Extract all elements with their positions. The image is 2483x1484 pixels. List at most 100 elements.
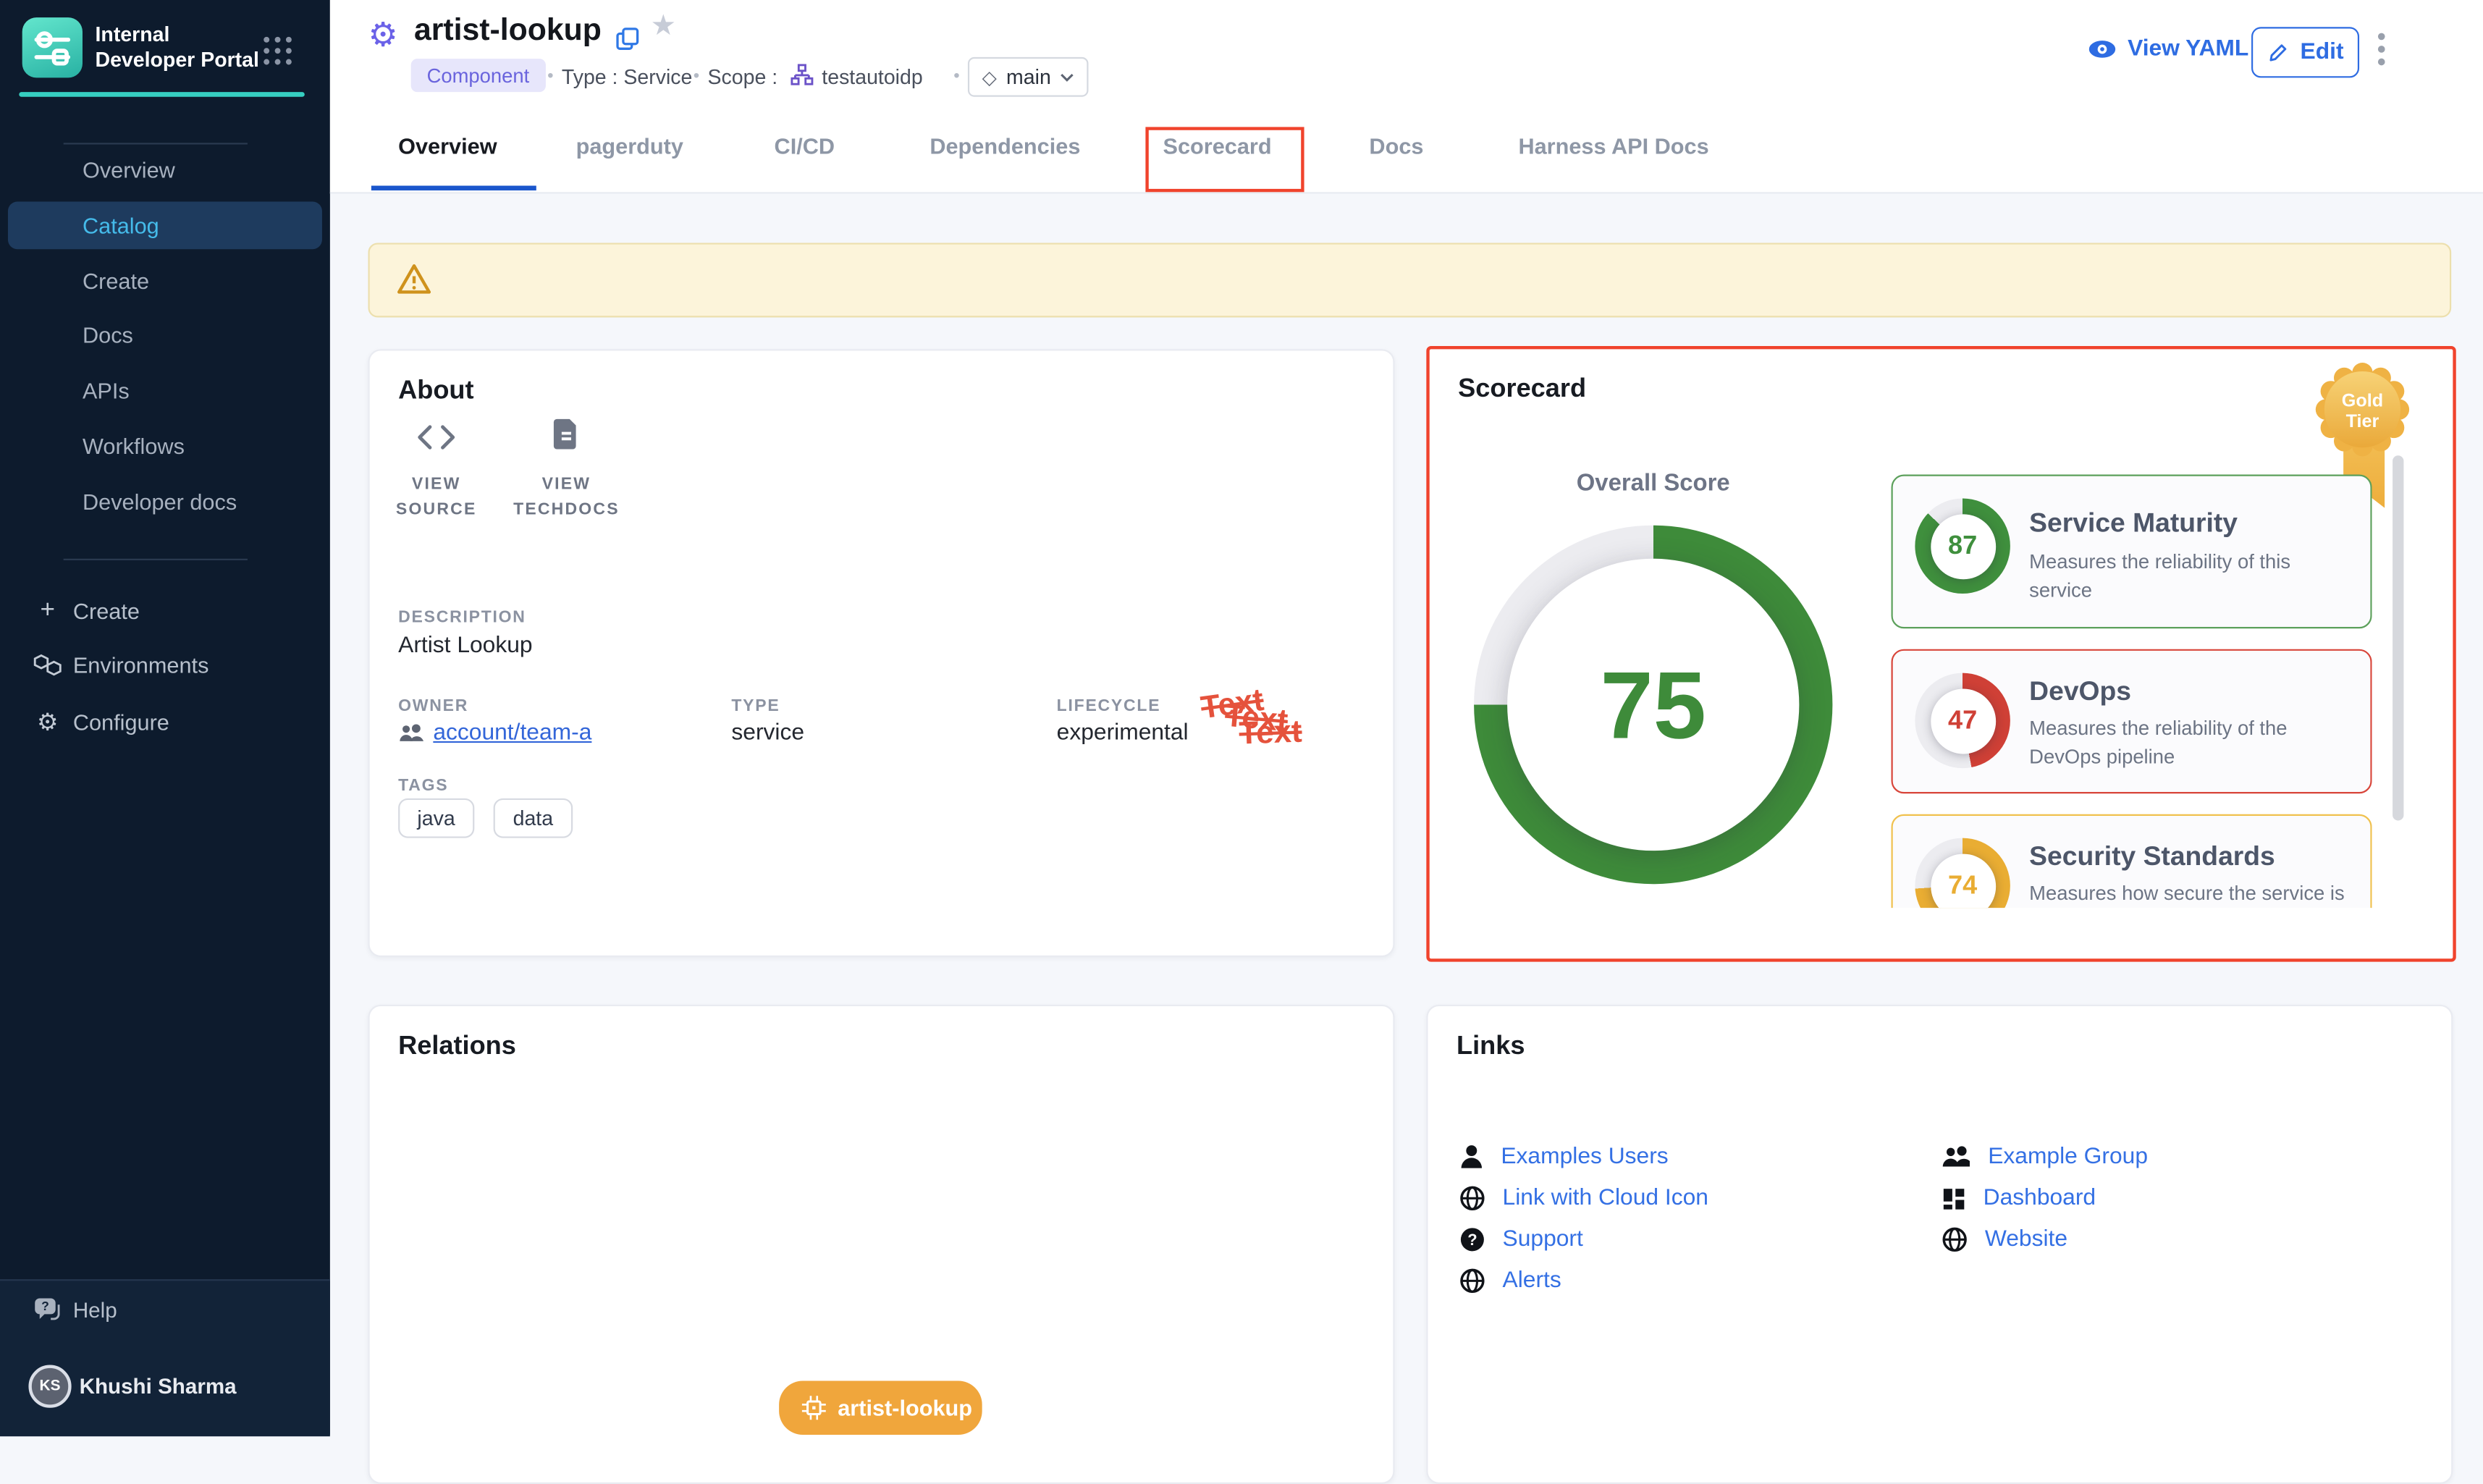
link-dashboard[interactable]: Dashboard	[1942, 1181, 2096, 1215]
tab-overview[interactable]: Overview	[398, 133, 497, 159]
tab-dependencies[interactable]: Dependencies	[929, 133, 1080, 159]
scorecard-scrollbar[interactable]	[2393, 455, 2403, 820]
avatar[interactable]: KS	[28, 1365, 71, 1408]
person-icon	[1459, 1144, 1483, 1170]
help-label: Help	[73, 1297, 117, 1321]
chevron-down-icon	[1061, 72, 1075, 82]
check-card-security-standards[interactable]: 74 Security Standards Measures how secur…	[1892, 814, 2372, 908]
sidebar-item-docs[interactable]: Docs	[0, 311, 330, 359]
type-label: TYPE	[731, 697, 780, 716]
tab-pagerduty[interactable]: pagerduty	[576, 133, 683, 159]
owner-label: OWNER	[398, 697, 468, 716]
lifecycle-value: experimental	[1057, 720, 1189, 746]
dashboard-icon	[1942, 1186, 1966, 1210]
component-gear-icon: ⚙	[368, 16, 397, 56]
relations-node-artist-lookup[interactable]: artist-lookup	[779, 1380, 982, 1435]
overall-score-gauge: 75	[1474, 526, 1832, 885]
links-card: Links Examples Users Link with Cloud Ico…	[1426, 1005, 2453, 1484]
svg-text:?: ?	[41, 1298, 49, 1312]
help-button[interactable]: ? Help	[0, 1286, 330, 1333]
view-source-button[interactable]: VIEW SOURCE	[373, 423, 499, 523]
view-techdocs-label: VIEW TECHDOCS	[503, 473, 630, 523]
branch-diamond-icon: ◇	[982, 66, 997, 88]
tab-cicd[interactable]: CI/CD	[775, 133, 835, 159]
user-name[interactable]: Khushi Sharma	[80, 1375, 237, 1399]
entity-title: artist-lookup	[414, 13, 602, 49]
overall-score-value: 75	[1474, 526, 1832, 885]
check-card-service-maturity[interactable]: 87 Service Maturity Measures the reliabi…	[1892, 475, 2372, 629]
sidebar-action-label: Environments	[73, 652, 209, 678]
branch-selector[interactable]: ◇ main	[968, 57, 1089, 97]
chip-icon	[801, 1395, 827, 1420]
view-yaml-label: View YAML	[2128, 36, 2248, 62]
tag-chip[interactable]: java	[398, 798, 474, 838]
sidebar-action-configure[interactable]: ⚙ Configure	[0, 699, 330, 746]
type-value: service	[731, 720, 804, 746]
owner-link[interactable]: account/team-a	[433, 720, 591, 746]
dot-separator: •	[547, 67, 553, 85]
sidebar-item-apis[interactable]: APIs	[0, 366, 330, 414]
link-support[interactable]: ? Support	[1459, 1222, 1583, 1257]
sidebar-action-environments[interactable]: Environments	[0, 641, 330, 689]
environments-icon	[33, 652, 62, 678]
scorecard-tab-highlight-annotation	[1145, 127, 1304, 192]
apps-grid-icon[interactable]	[260, 33, 295, 68]
check-description: Measures the reliability of this service	[2029, 547, 2350, 604]
entity-scope-label: Scope :	[707, 65, 777, 89]
link-with-cloud-icon[interactable]: Link with Cloud Icon	[1459, 1181, 1708, 1215]
people-icon	[398, 724, 423, 743]
sidebar-action-create[interactable]: + Create	[0, 587, 330, 635]
tag-chip[interactable]: data	[494, 798, 572, 838]
sidebar-accent-divider	[19, 92, 305, 97]
branch-name: main	[1006, 65, 1051, 89]
sidebar-item-workflows[interactable]: Workflows	[0, 422, 330, 470]
plus-icon: +	[33, 596, 62, 625]
checks-list: 87 Service Maturity Measures the reliabi…	[1892, 475, 2372, 908]
check-gauge: 87	[1915, 498, 2010, 594]
relations-title: Relations	[398, 1032, 516, 1062]
copy-icon[interactable]	[615, 27, 639, 51]
eye-icon	[2088, 40, 2116, 59]
link-website[interactable]: Website	[1942, 1222, 2067, 1257]
edit-label: Edit	[2301, 40, 2344, 65]
check-name: DevOps	[2029, 676, 2131, 708]
pencil-icon	[2267, 41, 2289, 64]
link-examples-users[interactable]: Examples Users	[1459, 1139, 1668, 1174]
relations-card: Relations artist-lookup	[368, 1005, 1394, 1484]
sidebar-divider	[64, 143, 248, 144]
link-label: Example Group	[1988, 1144, 2148, 1170]
link-example-group[interactable]: Example Group	[1942, 1139, 2148, 1174]
sidebar-action-label: Configure	[73, 709, 169, 735]
globe-icon	[1459, 1186, 1485, 1211]
artifact-text: Text	[1239, 714, 1303, 753]
sidebar-item-overview[interactable]: Overview	[0, 146, 330, 194]
tags-row: java data	[398, 798, 585, 838]
tab-docs[interactable]: Docs	[1369, 133, 1423, 159]
link-label: Link with Cloud Icon	[1503, 1186, 1708, 1211]
about-card: About VIEW SOURCE VIEW TECHDOCS DESCRIPT…	[368, 349, 1394, 957]
link-alerts[interactable]: Alerts	[1459, 1263, 1561, 1298]
link-label: Examples Users	[1501, 1144, 1668, 1170]
check-card-devops[interactable]: 47 DevOps Measures the reliability of th…	[1892, 649, 2372, 794]
kind-badge-label: Component	[427, 64, 530, 87]
check-gauge: 74	[1915, 838, 2010, 908]
sidebar: Internal Developer Portal Overview Catal…	[0, 0, 330, 1435]
favorite-star-icon[interactable]: ★	[651, 9, 676, 43]
sidebar-item-catalog[interactable]: Catalog	[8, 201, 322, 249]
globe-icon	[1459, 1268, 1485, 1294]
tab-harness-api-docs[interactable]: Harness API Docs	[1518, 133, 1708, 159]
sidebar-item-developer-docs[interactable]: Developer docs	[0, 478, 330, 526]
check-description: Measures the reliability of the DevOps p…	[2029, 714, 2350, 772]
view-techdocs-button[interactable]: VIEW TECHDOCS	[503, 418, 630, 523]
sidebar-item-label: Create	[83, 269, 149, 294]
sidebar-divider	[64, 559, 248, 560]
sidebar-item-create[interactable]: Create	[0, 257, 330, 305]
kebab-menu-icon[interactable]	[2377, 32, 2386, 70]
check-score: 87	[1915, 498, 2010, 594]
edit-button[interactable]: Edit	[2251, 27, 2359, 77]
entity-scope-value: testautoidp	[822, 65, 922, 89]
view-yaml-button[interactable]: View YAML	[2088, 36, 2248, 62]
help-chat-icon: ?	[33, 1296, 62, 1323]
warning-triangle-icon	[395, 261, 434, 299]
portal-logo-icon[interactable]	[22, 17, 83, 77]
